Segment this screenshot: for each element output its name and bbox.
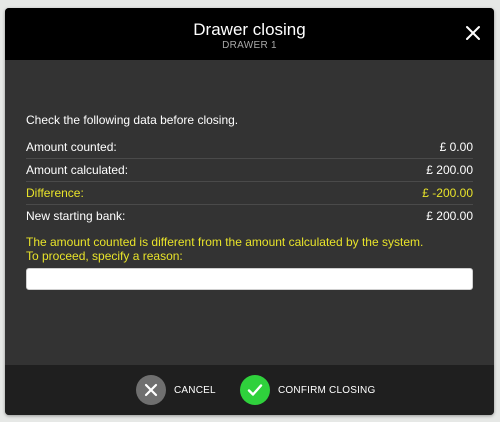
- row-label: Amount calculated:: [26, 163, 129, 177]
- difference-row: Difference: £ -200.00: [26, 182, 473, 205]
- warning-line: The amount counted is different from the…: [26, 235, 424, 249]
- row-value: £ 200.00: [426, 163, 473, 177]
- reason-prompt: To proceed, specify a reason:: [26, 249, 183, 263]
- intro-text: Check the following data before closing.: [26, 113, 239, 127]
- row-value: £ 200.00: [426, 209, 473, 223]
- amount-counted-row: Amount counted: £ 0.00: [26, 136, 473, 159]
- row-value: £ 0.00: [439, 140, 473, 154]
- summary-list: Amount counted: £ 0.00 Amount calculated…: [26, 136, 473, 227]
- cancel-label: CANCEL: [174, 384, 216, 396]
- x-icon: [144, 383, 158, 397]
- row-label: Amount counted:: [26, 140, 117, 154]
- warning-message: The amount counted is different from the…: [26, 235, 473, 263]
- row-label: Difference:: [26, 186, 84, 200]
- row-value: £ -200.00: [422, 186, 473, 200]
- close-button[interactable]: [464, 24, 482, 42]
- cancel-button[interactable]: CANCEL: [136, 375, 216, 405]
- dialog-body: Check the following data before closing.…: [26, 112, 473, 290]
- new-starting-bank-row: New starting bank: £ 200.00: [26, 205, 473, 227]
- row-label: New starting bank:: [26, 209, 126, 223]
- dialog-subtitle: DRAWER 1: [222, 40, 277, 51]
- check-icon: [247, 384, 263, 396]
- close-icon: [466, 26, 480, 40]
- dialog-footer: CANCEL CONFIRM CLOSING: [5, 365, 494, 415]
- reason-input[interactable]: [26, 268, 473, 290]
- confirm-closing-button[interactable]: CONFIRM CLOSING: [240, 375, 375, 405]
- dialog-title: Drawer closing: [193, 20, 306, 39]
- confirm-circle: [240, 375, 270, 405]
- cancel-circle: [136, 375, 166, 405]
- confirm-label: CONFIRM CLOSING: [278, 384, 376, 396]
- drawer-closing-dialog: Drawer closing DRAWER 1 Check the follow…: [5, 8, 494, 415]
- amount-calculated-row: Amount calculated: £ 200.00: [26, 159, 473, 182]
- dialog-header: Drawer closing DRAWER 1: [5, 8, 494, 60]
